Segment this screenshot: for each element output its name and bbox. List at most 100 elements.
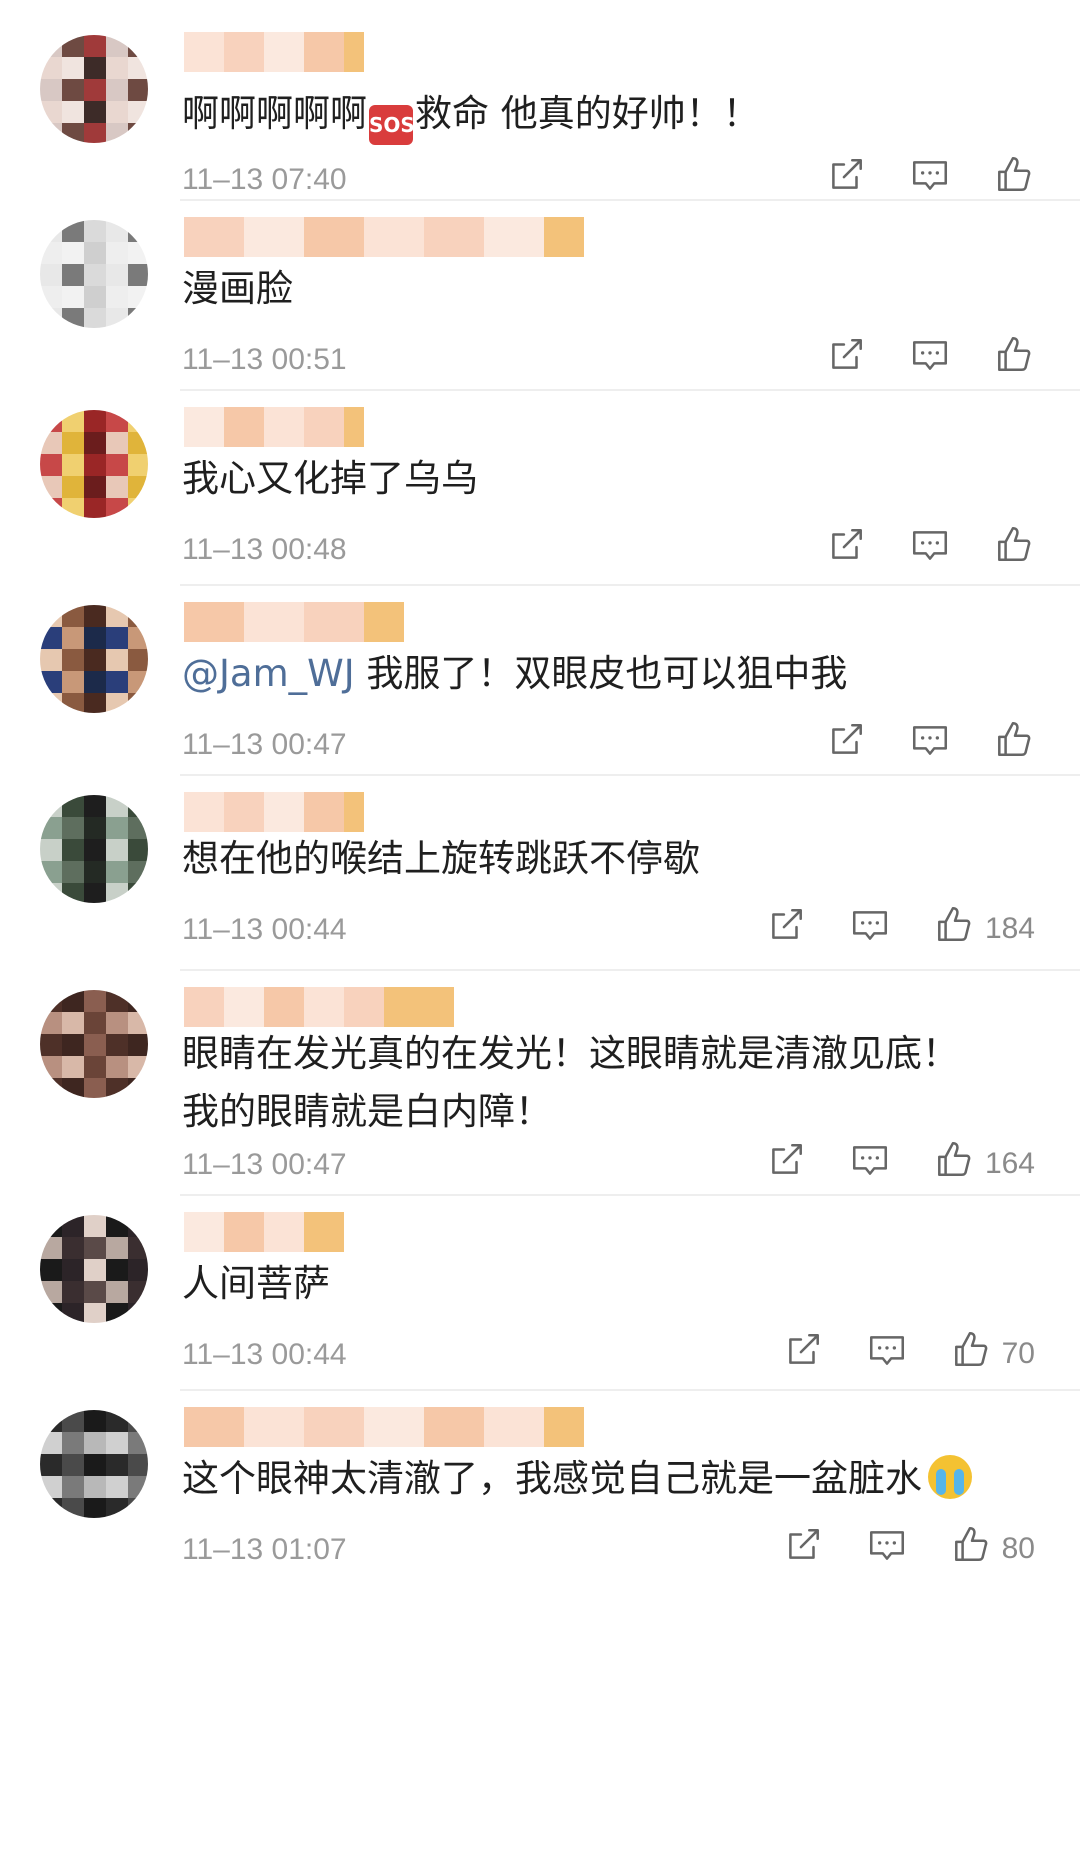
comment-timestamp: 11–13 00:47 bbox=[182, 1148, 347, 1181]
comment-text-segment: 这个眼神太清澈了，我感觉自己就是一盆脏水 bbox=[182, 1457, 922, 1500]
repost-button[interactable] bbox=[825, 154, 867, 204]
thumbs-up-icon bbox=[993, 524, 1035, 574]
repost-icon bbox=[825, 154, 867, 204]
comment-icon bbox=[909, 719, 951, 769]
comment-actions: 164 bbox=[723, 1140, 1035, 1188]
comment-actions: 184 bbox=[723, 905, 1035, 953]
comment-text-segment: 想在他的喉结上旋转跳跃不停歇 bbox=[182, 837, 700, 880]
repost-icon bbox=[825, 524, 867, 574]
comment-divider bbox=[180, 1389, 1080, 1391]
reply-button[interactable] bbox=[909, 524, 951, 574]
comment-timestamp: 11–13 07:40 bbox=[182, 163, 347, 196]
comment-actions bbox=[783, 155, 1035, 203]
comment-actions: 70 bbox=[740, 1330, 1035, 1378]
comment-icon bbox=[849, 1139, 891, 1189]
comment-timestamp: 11–13 00:44 bbox=[182, 1338, 347, 1371]
comment-text: 这个眼神太清澈了，我感觉自己就是一盆脏水 bbox=[182, 1450, 972, 1508]
comment-text: 想在他的喉结上旋转跳跃不停歇 bbox=[182, 830, 700, 888]
username-blurred[interactable] bbox=[184, 217, 584, 257]
comment-timestamp: 11–13 00:47 bbox=[182, 728, 347, 761]
user-avatar[interactable] bbox=[40, 410, 148, 518]
comment-icon bbox=[909, 524, 951, 574]
comment-text: 漫画脸 bbox=[182, 260, 293, 318]
thumbs-up-icon bbox=[933, 1139, 975, 1189]
username-blurred[interactable] bbox=[184, 407, 364, 447]
reply-button[interactable] bbox=[909, 334, 951, 384]
comment-actions bbox=[783, 720, 1035, 768]
repost-button[interactable] bbox=[825, 334, 867, 384]
username-blurred[interactable] bbox=[184, 792, 364, 832]
user-mention-link[interactable]: @Jam_WJ bbox=[182, 652, 355, 695]
user-avatar[interactable] bbox=[40, 220, 148, 328]
reply-button[interactable] bbox=[849, 1139, 891, 1189]
like-count: 184 bbox=[984, 912, 1035, 945]
comment-text: 眼睛在发光真的在发光！这眼睛就是清澈见底！ 我的眼睛就是白内障！ bbox=[182, 1025, 959, 1141]
comment-divider bbox=[180, 199, 1080, 201]
like-button[interactable]: 184 bbox=[933, 904, 1035, 954]
repost-icon bbox=[765, 904, 807, 954]
repost-button[interactable] bbox=[782, 1329, 824, 1379]
comment-timestamp: 11–13 01:07 bbox=[182, 1533, 347, 1566]
reply-button[interactable] bbox=[909, 719, 951, 769]
username-blurred[interactable] bbox=[184, 1212, 344, 1252]
comment-text-segment: 啊啊啊啊啊 bbox=[182, 92, 367, 135]
repost-button[interactable] bbox=[765, 1139, 807, 1189]
comment-actions: 80 bbox=[740, 1525, 1035, 1573]
comment-text-segment: 我心又化掉了乌乌 bbox=[182, 457, 478, 500]
like-button[interactable] bbox=[993, 524, 1035, 574]
username-blurred[interactable] bbox=[184, 32, 364, 72]
comment-divider bbox=[180, 584, 1080, 586]
comment-timestamp: 11–13 00:44 bbox=[182, 913, 347, 946]
repost-button[interactable] bbox=[825, 524, 867, 574]
user-avatar[interactable] bbox=[40, 990, 148, 1098]
reply-button[interactable] bbox=[866, 1329, 908, 1379]
comment-icon bbox=[909, 154, 951, 204]
repost-icon bbox=[782, 1524, 824, 1574]
username-blurred[interactable] bbox=[184, 1407, 584, 1447]
repost-button[interactable] bbox=[825, 719, 867, 769]
thumbs-up-icon bbox=[933, 904, 975, 954]
reply-button[interactable] bbox=[909, 154, 951, 204]
comment-text-line2: 我的眼睛就是白内障！ bbox=[182, 1090, 552, 1133]
comment-divider bbox=[180, 389, 1080, 391]
repost-icon bbox=[782, 1329, 824, 1379]
repost-icon bbox=[765, 1139, 807, 1189]
username-blurred[interactable] bbox=[184, 987, 454, 1027]
user-avatar[interactable] bbox=[40, 35, 148, 143]
like-button[interactable]: 70 bbox=[950, 1329, 1035, 1379]
comment-actions bbox=[783, 525, 1035, 573]
thumbs-up-icon bbox=[993, 719, 1035, 769]
thumbs-up-icon bbox=[993, 334, 1035, 384]
comment-text-segment: 眼睛在发光真的在发光！这眼睛就是清澈见底！ bbox=[182, 1032, 959, 1075]
username-blurred[interactable] bbox=[184, 602, 404, 642]
comment-timestamp: 11–13 00:48 bbox=[182, 533, 347, 566]
user-avatar[interactable] bbox=[40, 795, 148, 903]
comment-divider bbox=[180, 969, 1080, 971]
comment-divider bbox=[180, 1194, 1080, 1196]
reply-button[interactable] bbox=[866, 1524, 908, 1574]
user-avatar[interactable] bbox=[40, 605, 148, 713]
comment-icon bbox=[866, 1329, 908, 1379]
like-button[interactable]: 80 bbox=[950, 1524, 1035, 1574]
like-count: 164 bbox=[984, 1147, 1035, 1180]
repost-icon bbox=[825, 334, 867, 384]
like-button[interactable]: 164 bbox=[933, 1139, 1035, 1189]
comment-icon bbox=[866, 1524, 908, 1574]
thumbs-up-icon bbox=[950, 1524, 992, 1574]
like-button[interactable] bbox=[993, 334, 1035, 384]
thumbs-up-icon bbox=[950, 1329, 992, 1379]
like-button[interactable] bbox=[993, 719, 1035, 769]
comment-icon bbox=[849, 904, 891, 954]
user-avatar[interactable] bbox=[40, 1215, 148, 1323]
repost-button[interactable] bbox=[765, 904, 807, 954]
comment-text-segment: 我服了！双眼皮也可以狙中我 bbox=[354, 652, 848, 695]
comment-text-segment: 漫画脸 bbox=[182, 267, 293, 310]
repost-icon bbox=[825, 719, 867, 769]
user-avatar[interactable] bbox=[40, 1410, 148, 1518]
like-button[interactable] bbox=[993, 154, 1035, 204]
thumbs-up-icon bbox=[993, 154, 1035, 204]
comment-text: @Jam_WJ 我服了！双眼皮也可以狙中我 bbox=[182, 645, 847, 703]
comment-text-segment: 人间菩萨 bbox=[182, 1262, 330, 1305]
reply-button[interactable] bbox=[849, 904, 891, 954]
repost-button[interactable] bbox=[782, 1524, 824, 1574]
